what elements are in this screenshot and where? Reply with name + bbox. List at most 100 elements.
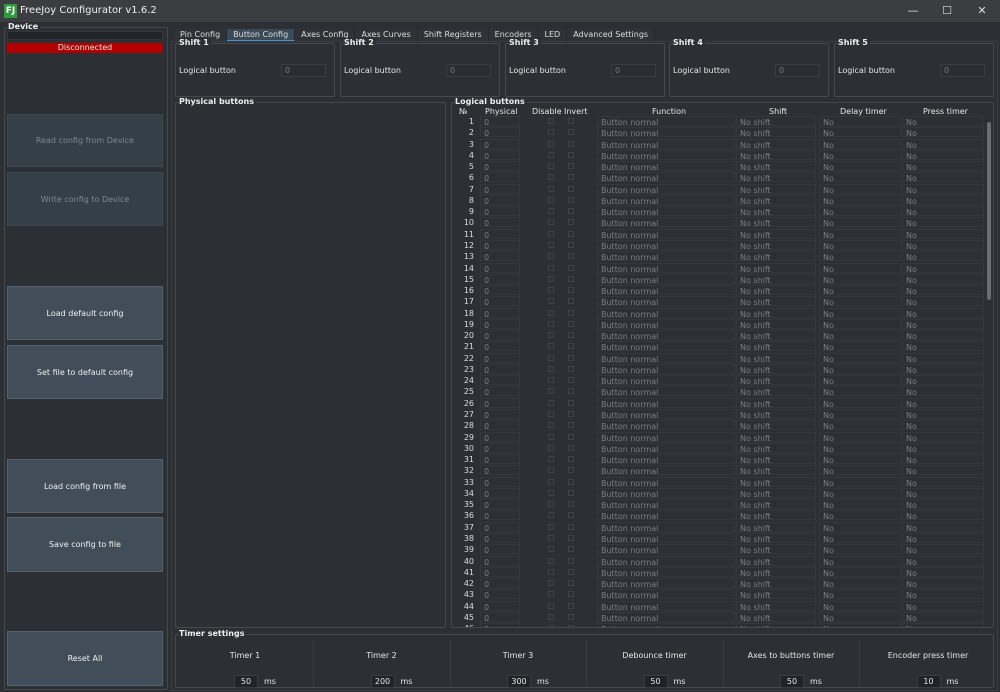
invert-checkbox[interactable] <box>568 534 574 541</box>
function-select[interactable]: Button normal <box>597 239 735 251</box>
shift-select[interactable]: No shift <box>736 611 816 623</box>
physical-input[interactable]: 0 <box>480 363 520 375</box>
function-select[interactable]: Button normal <box>597 206 735 217</box>
delay-timer-select[interactable]: No <box>819 589 901 600</box>
delay-timer-select[interactable]: No <box>819 172 901 183</box>
shift-select[interactable]: No shift <box>736 409 816 420</box>
invert-checkbox[interactable] <box>568 287 574 294</box>
press-timer-select[interactable]: No <box>902 307 984 319</box>
function-select[interactable]: Button normal <box>597 623 735 627</box>
delay-timer-select[interactable]: No <box>819 555 901 567</box>
physical-input[interactable]: 0 <box>480 532 520 544</box>
invert-checkbox[interactable] <box>568 241 574 248</box>
delay-timer-select[interactable]: No <box>819 510 901 521</box>
function-select[interactable]: Button normal <box>597 420 735 431</box>
press-timer-select[interactable]: No <box>902 172 984 183</box>
disable-checkbox[interactable] <box>548 613 554 620</box>
invert-checkbox[interactable] <box>568 523 574 530</box>
function-select[interactable]: Button normal <box>597 566 735 578</box>
physical-input[interactable]: 0 <box>480 341 520 352</box>
function-select[interactable]: Button normal <box>597 431 735 443</box>
physical-input[interactable]: 0 <box>480 544 520 555</box>
shift-select[interactable]: No shift <box>736 352 816 364</box>
delay-timer-select[interactable]: No <box>819 397 901 409</box>
invert-checkbox[interactable] <box>568 196 574 203</box>
invert-checkbox[interactable] <box>568 264 574 271</box>
delay-timer-select[interactable]: No <box>819 375 901 386</box>
disable-checkbox[interactable] <box>548 478 554 485</box>
invert-checkbox[interactable] <box>568 422 574 429</box>
press-timer-select[interactable]: No <box>902 600 984 612</box>
delay-timer-select[interactable]: No <box>819 149 901 161</box>
function-select[interactable]: Button normal <box>597 521 735 533</box>
function-select[interactable]: Button normal <box>597 544 735 555</box>
delay-timer-select[interactable]: No <box>819 341 901 352</box>
press-timer-select[interactable]: No <box>902 386 984 397</box>
disable-checkbox[interactable] <box>548 118 554 124</box>
disable-checkbox[interactable] <box>548 264 554 271</box>
press-timer-select[interactable]: No <box>902 397 984 409</box>
disable-checkbox[interactable] <box>548 174 554 181</box>
press-timer-select[interactable]: No <box>902 544 984 555</box>
function-select[interactable]: Button normal <box>597 442 735 454</box>
invert-checkbox[interactable] <box>568 253 574 260</box>
press-timer-select[interactable]: No <box>902 285 984 296</box>
disable-checkbox[interactable] <box>548 534 554 541</box>
shift-select[interactable]: No shift <box>736 555 816 567</box>
delay-timer-select[interactable]: No <box>819 600 901 612</box>
shift-select[interactable]: No shift <box>736 262 816 274</box>
function-select[interactable]: Button normal <box>597 499 735 510</box>
physical-input[interactable]: 0 <box>480 521 520 533</box>
delay-timer-select[interactable]: No <box>819 285 901 296</box>
physical-input[interactable]: 0 <box>480 251 520 262</box>
disable-checkbox[interactable] <box>548 411 554 418</box>
delay-timer-select[interactable]: No <box>819 239 901 251</box>
disable-checkbox[interactable] <box>548 196 554 203</box>
physical-input[interactable]: 0 <box>480 318 520 330</box>
physical-input[interactable]: 0 <box>480 442 520 454</box>
delay-timer-select[interactable]: No <box>819 273 901 285</box>
press-timer-select[interactable]: No <box>902 194 984 206</box>
disable-checkbox[interactable] <box>548 129 554 136</box>
function-select[interactable]: Button normal <box>597 262 735 274</box>
physical-input[interactable]: 0 <box>480 578 520 589</box>
invert-checkbox[interactable] <box>568 467 574 474</box>
disable-checkbox[interactable] <box>548 580 554 587</box>
disable-checkbox[interactable] <box>548 309 554 316</box>
shift-select[interactable]: No shift <box>736 183 816 195</box>
shift-select[interactable]: No shift <box>736 442 816 454</box>
function-select[interactable]: Button normal <box>597 532 735 544</box>
invert-checkbox[interactable] <box>568 343 574 350</box>
delay-timer-select[interactable]: No <box>819 442 901 454</box>
invert-checkbox[interactable] <box>568 298 574 305</box>
disable-checkbox[interactable] <box>548 557 554 564</box>
function-select[interactable]: Button normal <box>597 194 735 206</box>
disable-checkbox[interactable] <box>548 388 554 395</box>
invert-checkbox[interactable] <box>568 118 574 124</box>
shift-select[interactable]: No shift <box>736 431 816 443</box>
invert-checkbox[interactable] <box>568 354 574 361</box>
shift-select[interactable]: No shift <box>736 206 816 217</box>
function-select[interactable]: Button normal <box>597 476 735 488</box>
delay-timer-select[interactable]: No <box>819 161 901 172</box>
press-timer-select[interactable]: No <box>902 623 984 627</box>
press-timer-select[interactable]: No <box>902 330 984 341</box>
disable-checkbox[interactable] <box>548 253 554 260</box>
disable-checkbox[interactable] <box>548 343 554 350</box>
press-timer-select[interactable]: No <box>902 273 984 285</box>
delay-timer-select[interactable]: No <box>819 262 901 274</box>
function-select[interactable]: Button normal <box>597 149 735 161</box>
delay-timer-select[interactable]: No <box>819 454 901 465</box>
shift-select[interactable]: No shift <box>736 341 816 352</box>
function-select[interactable]: Button normal <box>597 375 735 386</box>
physical-input[interactable]: 0 <box>480 386 520 397</box>
shift-select[interactable]: No shift <box>736 127 816 138</box>
invert-checkbox[interactable] <box>568 230 574 237</box>
function-select[interactable]: Button normal <box>597 138 735 150</box>
press-timer-select[interactable]: No <box>902 521 984 533</box>
disable-checkbox[interactable] <box>548 523 554 530</box>
physical-input[interactable]: 0 <box>480 487 520 499</box>
press-timer-select[interactable]: No <box>902 454 984 465</box>
press-timer-select[interactable]: No <box>902 409 984 420</box>
maximize-icon[interactable]: ☐ <box>937 4 957 17</box>
